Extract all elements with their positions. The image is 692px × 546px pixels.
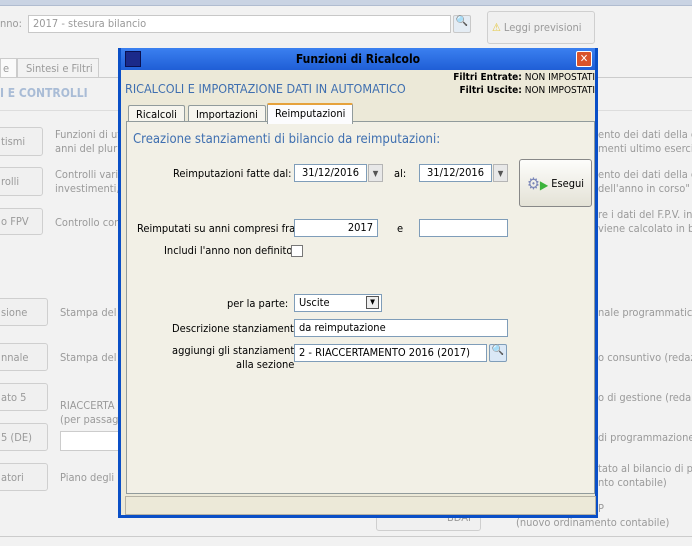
bg-button[interactable]: nnale xyxy=(0,343,48,371)
fatte-dal-dropdown-icon[interactable]: ▼ xyxy=(368,164,383,182)
background-top-bar xyxy=(0,0,692,6)
e-label: e xyxy=(397,222,404,235)
search-icon[interactable]: 🔍 xyxy=(489,344,507,362)
bg-button[interactable]: ato 5 xyxy=(0,383,48,411)
chevron-down-icon[interactable]: ▼ xyxy=(366,296,379,309)
dialog-title-bar[interactable]: Funzioni di Ricalcolo ✕ xyxy=(121,48,595,70)
anni-da-field[interactable]: 2017 xyxy=(294,219,378,237)
gears-play-icon: ⚙▶ xyxy=(526,173,549,193)
leggi-previsioni-label: Leggi previsioni xyxy=(503,21,582,34)
bg-text: nale programmatica xyxy=(598,306,692,319)
anni-a-field[interactable] xyxy=(419,219,508,237)
dialog-title: Funzioni di Ricalcolo xyxy=(295,52,421,66)
bg-text: Piano degli i xyxy=(60,471,121,484)
bg-button[interactable]: sione xyxy=(0,298,48,326)
sezione-label-1: aggiungi gli stanziamenti xyxy=(172,344,298,357)
anno-field[interactable]: 2017 - stesura bilancio xyxy=(28,15,451,33)
search-icon[interactable]: 🔍 xyxy=(453,15,471,33)
bg-text: investimenti, xyxy=(55,182,120,195)
bg-text: ento dei dati della c xyxy=(598,128,692,141)
bg-text: o di gestione (reda xyxy=(598,391,692,404)
filtri-entrate-value: NON IMPOSTATI xyxy=(524,72,595,83)
bg-text: RIACCERTA xyxy=(60,399,115,412)
bg-button[interactable]: o FPV xyxy=(0,208,43,235)
includi-checkbox[interactable] xyxy=(291,245,303,257)
filtri-entrate: Filtri Entrate: NON IMPOSTATI xyxy=(453,72,595,83)
bg-text: ento dei dati della c xyxy=(598,168,692,181)
sezione-field[interactable]: 2 - RIACCERTAMENTO 2016 (2017) xyxy=(294,344,487,362)
warning-icon: ⚠ xyxy=(492,21,501,34)
bg-button[interactable]: 5 (DE) xyxy=(0,423,48,451)
filtri-entrate-label: Filtri Entrate: xyxy=(453,72,522,83)
bg-text: anni del plurie xyxy=(55,142,126,155)
section-title: Creazione stanziamenti di bilancio da re… xyxy=(133,132,441,147)
bg-text: re i dati del F.P.V. in xyxy=(598,208,692,221)
divider xyxy=(0,536,692,537)
al-label: al: xyxy=(394,167,407,180)
bg-text: Stampa del b xyxy=(60,351,126,364)
dialog-heading: RICALCOLI E IMPORTAZIONE DATI IN AUTOMAT… xyxy=(125,81,406,96)
fatte-dal-label: Reimputazioni fatte dal: xyxy=(173,167,292,180)
bg-text: Funzioni di ut xyxy=(55,128,122,141)
bg-text: menti ultimo eserciz xyxy=(598,142,692,155)
bg-text: nto contabile) xyxy=(598,476,667,489)
leggi-previsioni-button[interactable]: ⚠ Leggi previsioni xyxy=(487,11,595,44)
bg-text: Controlli vari xyxy=(55,168,119,181)
parte-label: per la parte: xyxy=(227,297,289,310)
bg-text: dell'anno in corso" xyxy=(598,182,690,195)
bg-button[interactable]: atori xyxy=(0,463,48,491)
bg-button[interactable]: rolli xyxy=(0,167,43,196)
bg-tab-sintesi[interactable]: Sintesi e Filtri xyxy=(17,58,99,77)
esegui-button[interactable]: ⚙▶ Esegui xyxy=(519,159,592,207)
bg-text: Controllo con xyxy=(55,216,121,229)
bg-text: o consuntivo (redaz xyxy=(598,351,692,364)
sezione-label-2: alla sezione xyxy=(236,358,295,371)
filtri-uscite-value: NON IMPOSTATI xyxy=(524,85,595,96)
fatte-dal-field[interactable]: 31/12/2016 xyxy=(294,164,367,182)
filtri-uscite-label: Filtri Uscite: xyxy=(459,85,522,96)
anno-label: nno: xyxy=(0,17,22,30)
bg-text: (per passagg xyxy=(60,413,125,426)
bg-button[interactable]: tismi xyxy=(0,127,43,156)
bg-section-title: I E CONTROLLI xyxy=(0,86,88,100)
bg-text: di programmazione xyxy=(598,431,692,444)
bg-text: P xyxy=(598,502,604,515)
ricalcolo-dialog: Funzioni di Ricalcolo ✕ RICALCOLI E IMPO… xyxy=(118,48,598,518)
anni-label: Reimputati su anni compresi fra xyxy=(137,222,296,235)
al-dropdown-icon[interactable]: ▼ xyxy=(493,164,508,182)
al-field[interactable]: 31/12/2016 xyxy=(419,164,492,182)
descrizione-label: Descrizione stanziamenti xyxy=(172,322,297,335)
status-bar xyxy=(125,496,596,515)
includi-label: Includi l'anno non definito xyxy=(164,244,293,257)
esegui-label: Esegui xyxy=(551,176,585,190)
descrizione-field[interactable]: da reimputazione xyxy=(294,319,508,337)
filtri-uscite: Filtri Uscite: NON IMPOSTATI xyxy=(460,85,595,96)
bg-text: tato al bilancio di pr xyxy=(598,462,692,475)
bg-tab-0[interactable]: e xyxy=(0,58,17,77)
tab-reimputazioni[interactable]: Reimputazioni xyxy=(267,103,354,124)
close-icon[interactable]: ✕ xyxy=(576,51,592,67)
bg-text: viene calcolato in ba xyxy=(598,222,692,235)
app-logo-icon xyxy=(125,51,141,67)
bg-text: Stampa del b xyxy=(60,306,126,319)
